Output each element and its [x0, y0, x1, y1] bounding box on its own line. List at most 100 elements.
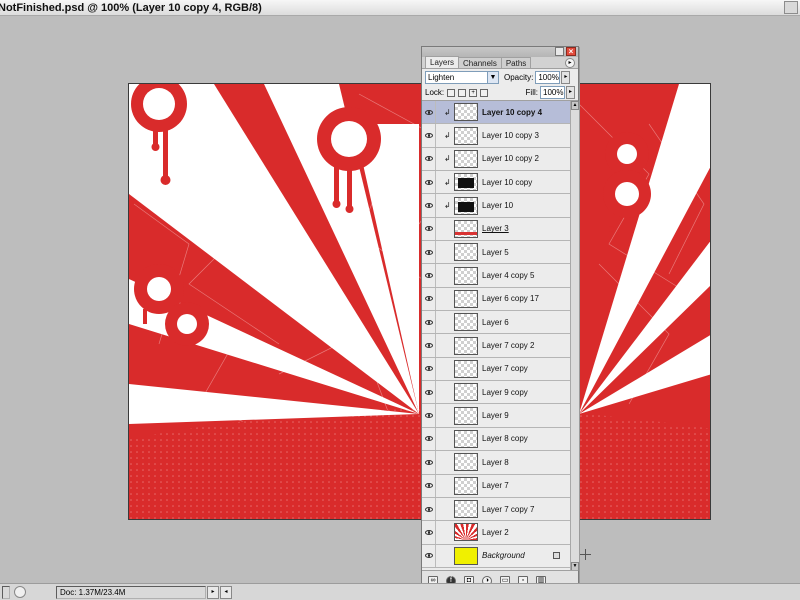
fill-slider-button[interactable]: ▸	[566, 86, 575, 99]
layer-name[interactable]: Layer 5	[482, 248, 509, 257]
layer-name[interactable]: Layer 7 copy 2	[482, 341, 534, 350]
layer-thumbnail[interactable]	[454, 546, 478, 565]
visibility-eye-icon[interactable]	[422, 381, 436, 404]
layer-row[interactable]: Layer 7 copy 2	[422, 334, 570, 358]
visibility-eye-icon[interactable]	[422, 497, 436, 521]
visibility-eye-icon[interactable]	[422, 194, 436, 217]
layer-name[interactable]: Layer 9	[482, 411, 509, 420]
layer-row[interactable]: Layer 7 copy	[422, 357, 570, 382]
layer-name[interactable]: Layer 8 copy	[482, 434, 528, 443]
zoom-field[interactable]	[2, 585, 10, 599]
layer-thumbnail[interactable]	[454, 219, 478, 238]
visibility-eye-icon[interactable]	[422, 264, 436, 287]
lock-transparency-icon[interactable]	[447, 88, 456, 97]
layer-name[interactable]: Layer 7	[482, 481, 509, 490]
layer-name[interactable]: Layer 7 copy 7	[482, 505, 534, 514]
layer-name[interactable]: Layer 7 copy	[482, 364, 528, 373]
lock-all-icon[interactable]	[480, 88, 489, 97]
layer-thumbnail[interactable]	[454, 359, 478, 378]
layer-row[interactable]: Layer 4 copy 5	[422, 264, 570, 288]
chevron-down-icon[interactable]: ▼	[487, 71, 498, 83]
layer-thumbnail[interactable]	[454, 453, 478, 472]
layer-thumbnail[interactable]	[454, 173, 478, 192]
tab-channels[interactable]: Channels	[458, 57, 502, 68]
layer-thumbnail[interactable]	[454, 196, 478, 215]
layer-thumbnail[interactable]	[454, 289, 478, 308]
layer-thumbnail[interactable]	[454, 476, 478, 495]
close-panel-button[interactable]: ×	[566, 47, 576, 56]
layer-row[interactable]: ↲ Layer 10 copy 3	[422, 124, 570, 148]
panel-menu-icon[interactable]: ▸	[565, 58, 575, 68]
blend-mode-select[interactable]: Lighten ▼	[425, 70, 499, 84]
layer-thumbnail[interactable]	[454, 126, 478, 145]
layer-row[interactable]: Layer 5	[422, 241, 570, 265]
layer-row[interactable]: Layer 6 copy 17	[422, 287, 570, 312]
lock-position-icon[interactable]: +	[469, 88, 478, 97]
layer-row[interactable]: Layer 8 copy	[422, 427, 570, 452]
layer-row[interactable]: Layer 3	[422, 217, 570, 242]
tab-paths[interactable]: Paths	[500, 57, 532, 68]
layer-name[interactable]: Layer 10 copy 4	[482, 108, 542, 117]
layer-thumbnail[interactable]	[454, 383, 478, 402]
layer-thumbnail[interactable]	[454, 149, 478, 168]
visibility-eye-icon[interactable]	[422, 404, 436, 427]
document-canvas[interactable]	[128, 83, 711, 520]
layer-row[interactable]: ↲ Layer 10 copy	[422, 171, 570, 195]
visibility-eye-icon[interactable]	[422, 311, 436, 334]
status-scroll-left-icon[interactable]: ◂	[220, 585, 232, 599]
layer-name[interactable]: Layer 10 copy	[482, 178, 532, 187]
layer-row[interactable]: Layer 9 copy	[422, 381, 570, 405]
layer-name[interactable]: Layer 8	[482, 458, 509, 467]
visibility-eye-icon[interactable]	[422, 241, 436, 264]
visibility-eye-icon[interactable]	[422, 544, 436, 567]
layer-name[interactable]: Layer 9 copy	[482, 388, 528, 397]
layer-row[interactable]: ↲ Layer 10	[422, 194, 570, 218]
opacity-slider-button[interactable]: ▸	[561, 70, 571, 84]
layer-row[interactable]: Layer 8	[422, 451, 570, 475]
fill-field[interactable]: 100%	[540, 86, 565, 99]
layer-name[interactable]: Layer 3	[482, 224, 509, 233]
layer-thumbnail[interactable]	[454, 336, 478, 355]
layer-row[interactable]: Layer 9	[422, 404, 570, 428]
visibility-eye-icon[interactable]	[422, 217, 436, 241]
layer-thumbnail[interactable]	[454, 266, 478, 285]
visibility-eye-icon[interactable]	[422, 474, 436, 497]
visibility-eye-icon[interactable]	[422, 451, 436, 474]
status-icon[interactable]	[14, 586, 26, 598]
layer-name[interactable]: Layer 10 copy 3	[482, 131, 539, 140]
visibility-eye-icon[interactable]	[422, 147, 436, 171]
layer-name[interactable]: Layer 4 copy 5	[482, 271, 534, 280]
visibility-eye-icon[interactable]	[422, 427, 436, 451]
layer-name[interactable]: Layer 2	[482, 528, 509, 537]
window-control-button[interactable]	[784, 1, 798, 14]
tab-layers[interactable]: Layers	[425, 56, 460, 68]
layer-row[interactable]: Layer 7 copy 7	[422, 497, 570, 522]
layer-name[interactable]: Layer 6 copy 17	[482, 294, 539, 303]
layer-row[interactable]: ↲ Layer 10 copy 4	[422, 101, 570, 125]
layer-name[interactable]: Layer 10	[482, 201, 513, 210]
status-menu-icon[interactable]: ▸	[207, 585, 219, 599]
visibility-eye-icon[interactable]	[422, 101, 436, 124]
minimize-panel-button[interactable]	[555, 47, 564, 56]
layer-thumbnail[interactable]	[454, 429, 478, 448]
layer-name[interactable]: Layer 6	[482, 318, 509, 327]
visibility-eye-icon[interactable]	[422, 334, 436, 357]
layers-scrollbar[interactable]: ▲ ▼	[570, 101, 579, 571]
layer-row[interactable]: Layer 6	[422, 311, 570, 335]
visibility-eye-icon[interactable]	[422, 357, 436, 381]
visibility-eye-icon[interactable]	[422, 287, 436, 311]
layer-thumbnail[interactable]	[454, 500, 478, 519]
layer-row[interactable]: Background	[422, 544, 570, 568]
layer-thumbnail[interactable]	[454, 313, 478, 332]
scroll-up-icon[interactable]: ▲	[571, 101, 579, 110]
layer-thumbnail[interactable]	[454, 243, 478, 262]
visibility-eye-icon[interactable]	[422, 521, 436, 544]
layer-row[interactable]: Layer 2	[422, 521, 570, 545]
visibility-eye-icon[interactable]	[422, 171, 436, 194]
lock-pixels-icon[interactable]	[458, 88, 467, 97]
layer-thumbnail[interactable]	[454, 103, 478, 122]
visibility-eye-icon[interactable]	[422, 124, 436, 147]
layer-row[interactable]: ↲ Layer 10 copy 2	[422, 147, 570, 172]
layer-name[interactable]: Background	[482, 551, 525, 560]
layer-name[interactable]: Layer 10 copy 2	[482, 154, 539, 163]
